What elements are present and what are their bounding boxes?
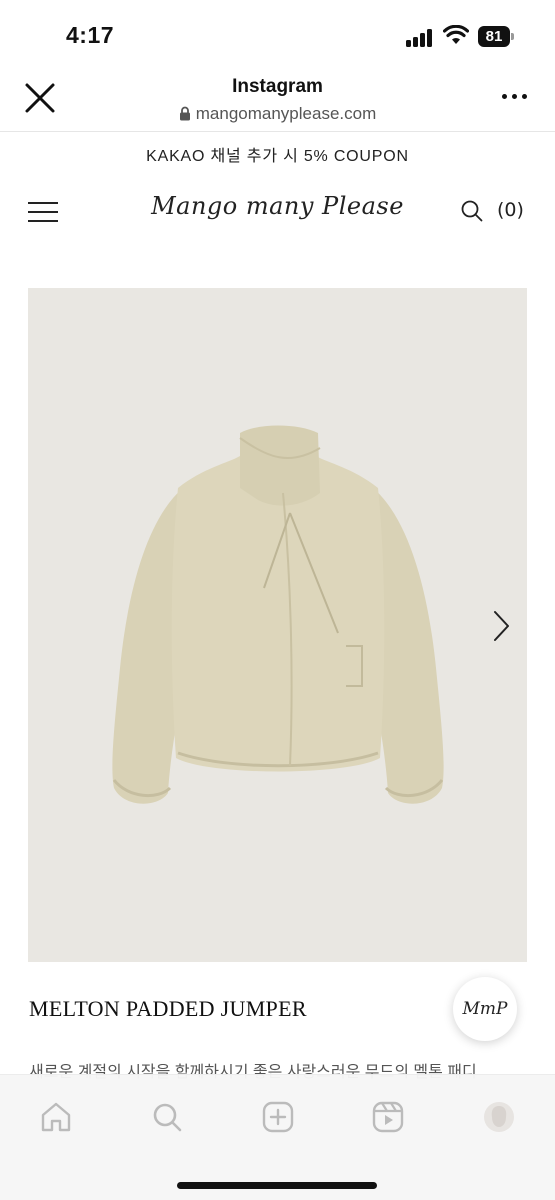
signal-icon bbox=[406, 29, 434, 47]
create-icon[interactable] bbox=[260, 1099, 296, 1135]
lock-icon bbox=[179, 106, 190, 121]
status-bar: 4:17 81 bbox=[0, 0, 555, 62]
tab-bar bbox=[0, 1074, 555, 1200]
product-name: MELTON PADDED JUMPER bbox=[29, 996, 307, 1021]
chat-badge[interactable]: MmP bbox=[453, 977, 517, 1041]
home-indicator bbox=[177, 1182, 377, 1189]
home-icon[interactable] bbox=[38, 1099, 74, 1135]
reels-icon[interactable] bbox=[370, 1099, 406, 1135]
status-time: 4:17 bbox=[66, 22, 115, 48]
in-app-browser-header: Instagram mangomanyplease.com bbox=[0, 62, 555, 132]
search-icon[interactable] bbox=[460, 199, 484, 223]
battery-icon: 81 bbox=[478, 26, 515, 47]
jacket-illustration bbox=[112, 425, 444, 804]
next-arrow-icon[interactable] bbox=[486, 606, 516, 646]
more-icon[interactable] bbox=[500, 92, 530, 102]
wifi-icon bbox=[443, 25, 469, 44]
profile-icon[interactable] bbox=[481, 1099, 517, 1135]
url-text: mangomanyplease.com bbox=[195, 104, 377, 123]
promo-banner[interactable]: KAKAO 채널 추가 시 5% COUPON bbox=[0, 142, 555, 166]
browser-url: mangomanyplease.com bbox=[0, 104, 555, 124]
battery-level: 81 bbox=[478, 26, 510, 47]
browser-title: Instagram bbox=[232, 76, 323, 97]
search-icon[interactable] bbox=[149, 1099, 185, 1135]
cart-count[interactable]: (0) bbox=[497, 199, 524, 221]
product-image[interactable] bbox=[28, 288, 527, 962]
